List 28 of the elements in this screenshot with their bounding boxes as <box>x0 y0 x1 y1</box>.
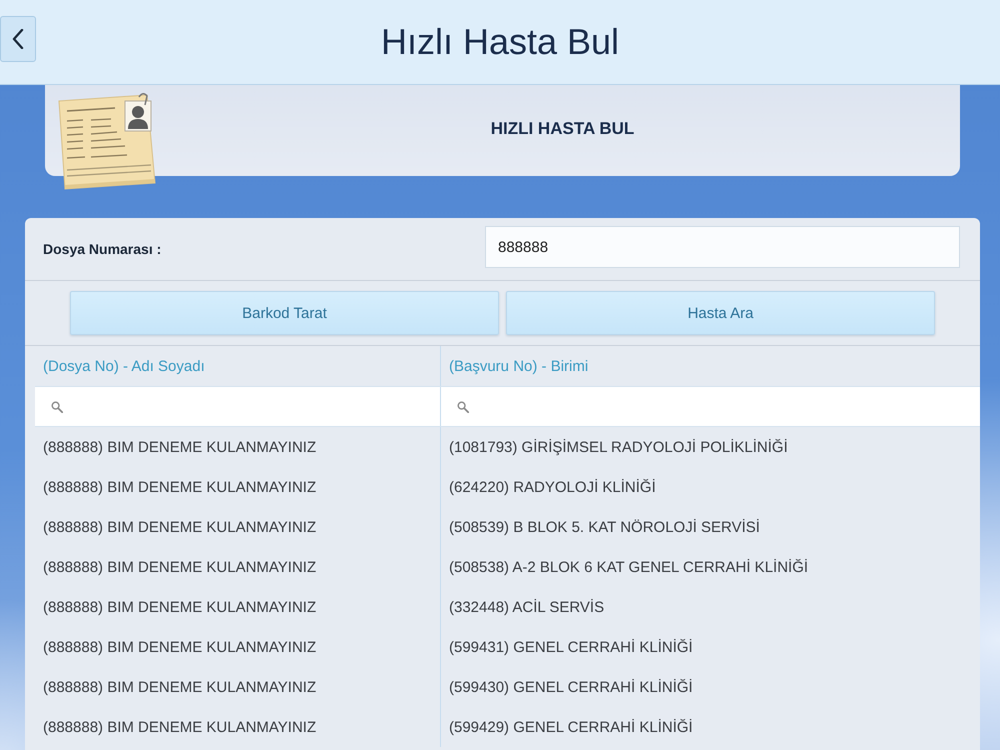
table-cell: (599430) GENEL CERRAHİ KLİNİĞİ <box>449 678 693 696</box>
table-cell: (888888) BIM DENEME KULANMAYINIZ <box>43 558 316 576</box>
table-cell: (1081793) GİRİŞİMSEL RADYOLOJİ POLİKLİNİĞİ <box>449 438 788 456</box>
section-title: HIZLI HASTA BUL <box>490 118 636 138</box>
back-button[interactable] <box>0 16 36 62</box>
table-cell: (888888) BIM DENEME KULANMAYINIZ <box>43 518 316 536</box>
search-icon <box>457 400 469 412</box>
table-cell: (888888) BIM DENEME KULANMAYINIZ <box>43 598 316 616</box>
page-title: Hızlı Hasta Bul <box>380 21 620 63</box>
table-cell: (888888) BIM DENEME KULANMAYINIZ <box>43 718 316 736</box>
table-cell: (624220) RADYOLOJİ KLİNİĞİ <box>449 478 656 496</box>
file-number-label: Dosya Numarası : <box>43 241 162 257</box>
action-button[interactable]: Hasta Ara <box>506 291 935 335</box>
table-cell: (508538) A-2 BLOK 6 KAT GENEL CERRAHİ KLİNİĞİ <box>449 558 808 576</box>
table-cell: (599429) GENEL CERRAHİ KLİNİĞİ <box>449 718 693 736</box>
column-header: (Dosya No) - Adı Soyadı <box>43 358 205 374</box>
action-button[interactable]: Barkod Tarat <box>70 291 499 335</box>
file-number-field[interactable]: 888888 <box>485 226 960 268</box>
table-cell: (332448) ACİL SERVİS <box>449 598 604 616</box>
search-icon <box>51 400 63 412</box>
chevron-left-icon <box>12 29 24 49</box>
table-cell: (508539) B BLOK 5. KAT NÖROLOJİ SERVİSİ <box>449 518 760 536</box>
column-header: (Başvuru No) - Birimi <box>449 358 588 374</box>
table-cell: (888888) BIM DENEME KULANMAYINIZ <box>43 478 316 496</box>
table-cell: (599431) GENEL CERRAHİ KLİNİĞİ <box>449 638 693 656</box>
table-cell: (888888) BIM DENEME KULANMAYINIZ <box>43 678 316 696</box>
table-cell: (888888) BIM DENEME KULANMAYINIZ <box>43 638 316 656</box>
table-cell: (888888) BIM DENEME KULANMAYINIZ <box>43 438 316 456</box>
